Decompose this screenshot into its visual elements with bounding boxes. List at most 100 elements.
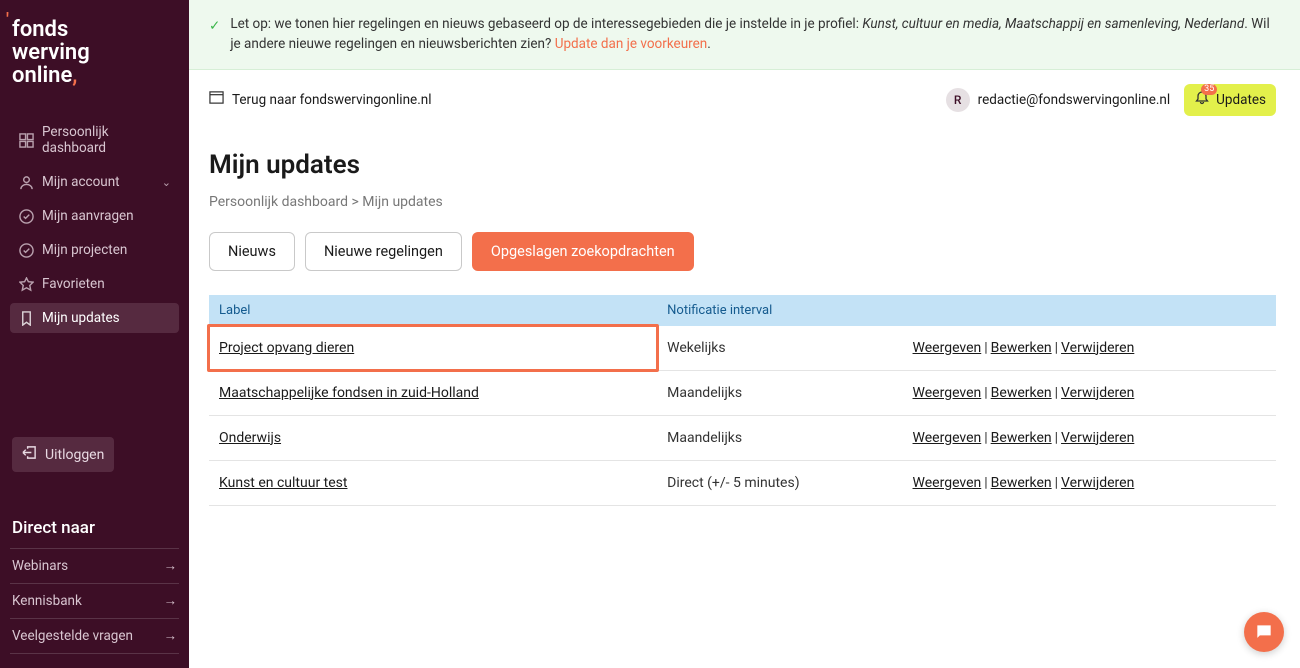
star-icon [18, 276, 34, 292]
direct-naar: Direct naar Webinars → Kennisbank → Veel… [10, 518, 179, 654]
info-alert: ✓ Let op: we tonen hier regelingen en ni… [189, 0, 1300, 70]
sidebar-item-label: Mijn updates [42, 310, 120, 326]
sidebar-item-label: Favorieten [42, 276, 105, 292]
arrow-right-icon: → [164, 628, 178, 644]
action-edit[interactable]: Bewerken [991, 385, 1052, 401]
check-icon: ✓ [209, 16, 220, 55]
th-label: Label [209, 295, 657, 326]
action-delete[interactable]: Verwijderen [1061, 340, 1134, 356]
logo-comma-icon: , [72, 63, 77, 88]
direct-label: Veelgestelde vragen [12, 628, 133, 644]
logo-tick-icon: ' [6, 12, 9, 31]
row-interval: Direct (+/- 5 minutes) [657, 460, 902, 505]
alert-interests: Kunst, cultuur en media, Maatschappij en… [862, 16, 1244, 32]
table-row: Project opvang dieren Wekelijks Weergeve… [209, 326, 1276, 371]
th-actions [903, 295, 1276, 326]
sidebar-item-updates[interactable]: Mijn updates [10, 303, 179, 333]
row-actions: Weergeven|Bewerken|Verwijderen [903, 326, 1276, 371]
row-actions: Weergeven|Bewerken|Verwijderen [903, 370, 1276, 415]
row-actions: Weergeven|Bewerken|Verwijderen [903, 415, 1276, 460]
updates-badge: 35 [1201, 84, 1217, 95]
breadcrumb: Persoonlijk dashboard > Mijn updates [209, 194, 1276, 210]
action-view[interactable]: Weergeven [913, 340, 982, 356]
grid-icon [18, 132, 34, 148]
action-delete[interactable]: Verwijderen [1061, 475, 1134, 491]
main: ✓ Let op: we tonen hier regelingen en ni… [189, 0, 1300, 668]
row-interval: Maandelijks [657, 415, 902, 460]
action-edit[interactable]: Bewerken [991, 430, 1052, 446]
direct-label: Kennisbank [12, 593, 82, 609]
breadcrumb-sep: > [348, 194, 362, 210]
user-email: redactie@fondswervingonline.nl [978, 92, 1171, 108]
table-row: Onderwijs Maandelijks Weergeven|Bewerken… [209, 415, 1276, 460]
check-circle-icon [18, 242, 34, 258]
table-row: Maatschappelijke fondsen in zuid-Holland… [209, 370, 1276, 415]
user-menu[interactable]: R redactie@fondswervingonline.nl [946, 88, 1171, 112]
tab-nieuwe-regelingen[interactable]: Nieuwe regelingen [305, 232, 462, 271]
page-title: Mijn updates [209, 150, 1276, 180]
sidebar-item-favorieten[interactable]: Favorieten [10, 269, 179, 299]
updates-label: Updates [1216, 92, 1266, 108]
row-label-link[interactable]: Maatschappelijke fondsen in zuid-Holland [219, 385, 479, 401]
breadcrumb-current: Mijn updates [362, 194, 443, 210]
logout-button[interactable]: Uitloggen [12, 437, 114, 472]
alert-text: Let op: we tonen hier regelingen en nieu… [230, 14, 1276, 55]
tab-opgeslagen-zoekopdrachten[interactable]: Opgeslagen zoekopdrachten [472, 232, 694, 271]
sidebar-item-label: Mijn account [42, 174, 120, 190]
breadcrumb-root[interactable]: Persoonlijk dashboard [209, 194, 348, 210]
sidebar-item-projecten[interactable]: Mijn projecten [10, 235, 179, 265]
avatar: R [946, 88, 970, 112]
back-label: Terug naar fondswervingonline.nl [232, 92, 432, 108]
sidebar-item-label: Mijn projecten [42, 242, 127, 258]
action-edit[interactable]: Bewerken [991, 475, 1052, 491]
table-row: Kunst en cultuur test Direct (+/- 5 minu… [209, 460, 1276, 505]
direct-webinars[interactable]: Webinars → [10, 548, 179, 584]
row-interval: Maandelijks [657, 370, 902, 415]
alert-link[interactable]: Update dan je voorkeuren [555, 36, 708, 52]
check-circle-icon [18, 208, 34, 224]
updates-button[interactable]: 35 Updates [1184, 84, 1276, 116]
sidebar-item-label: Persoonlijk dashboard [42, 124, 171, 156]
logo-line1: fonds [12, 17, 68, 42]
action-delete[interactable]: Verwijderen [1061, 385, 1134, 401]
logo[interactable]: ' fonds werving online, [12, 18, 177, 87]
sidebar-item-account[interactable]: Mijn account ⌄ [10, 167, 179, 197]
sidebar: ' fonds werving online, Persoonlijk dash… [0, 0, 189, 668]
action-view[interactable]: Weergeven [913, 385, 982, 401]
chat-icon [1254, 622, 1274, 642]
action-view[interactable]: Weergeven [913, 430, 982, 446]
saved-searches-table: Label Notificatie interval Project opvan… [209, 295, 1276, 506]
bookmark-icon [18, 310, 34, 326]
logout-icon [22, 445, 37, 464]
bell-icon: 35 [1194, 90, 1210, 110]
direct-faq[interactable]: Veelgestelde vragen → [10, 619, 179, 654]
direct-label: Webinars [12, 558, 68, 574]
chevron-down-icon: ⌄ [162, 176, 171, 189]
window-icon [209, 90, 224, 109]
direct-naar-title: Direct naar [10, 518, 179, 538]
row-label-link[interactable]: Project opvang dieren [219, 340, 354, 356]
sidebar-item-label: Mijn aanvragen [42, 208, 134, 224]
row-label-link[interactable]: Onderwijs [219, 430, 281, 446]
row-actions: Weergeven|Bewerken|Verwijderen [903, 460, 1276, 505]
sidebar-item-dashboard[interactable]: Persoonlijk dashboard [10, 117, 179, 163]
arrow-right-icon: → [164, 593, 178, 609]
chat-button[interactable] [1244, 612, 1284, 652]
action-edit[interactable]: Bewerken [991, 340, 1052, 356]
alert-suffix: . [707, 36, 711, 52]
tabs: Nieuws Nieuwe regelingen Opgeslagen zoek… [209, 232, 1276, 271]
row-interval: Wekelijks [657, 326, 902, 371]
direct-kennisbank[interactable]: Kennisbank → [10, 584, 179, 619]
logo-line3: online [12, 63, 72, 88]
sidebar-nav: Persoonlijk dashboard Mijn account ⌄ Mij… [10, 117, 179, 333]
row-label-link[interactable]: Kunst en cultuur test [219, 475, 347, 491]
action-view[interactable]: Weergeven [913, 475, 982, 491]
sidebar-item-aanvragen[interactable]: Mijn aanvragen [10, 201, 179, 231]
alert-prefix: Let op: we tonen hier regelingen en nieu… [230, 16, 862, 32]
th-interval: Notificatie interval [657, 295, 902, 326]
tab-nieuws[interactable]: Nieuws [209, 232, 295, 271]
user-icon [18, 174, 34, 190]
logo-line2: werving [12, 40, 90, 65]
back-link[interactable]: Terug naar fondswervingonline.nl [209, 90, 432, 109]
action-delete[interactable]: Verwijderen [1061, 430, 1134, 446]
